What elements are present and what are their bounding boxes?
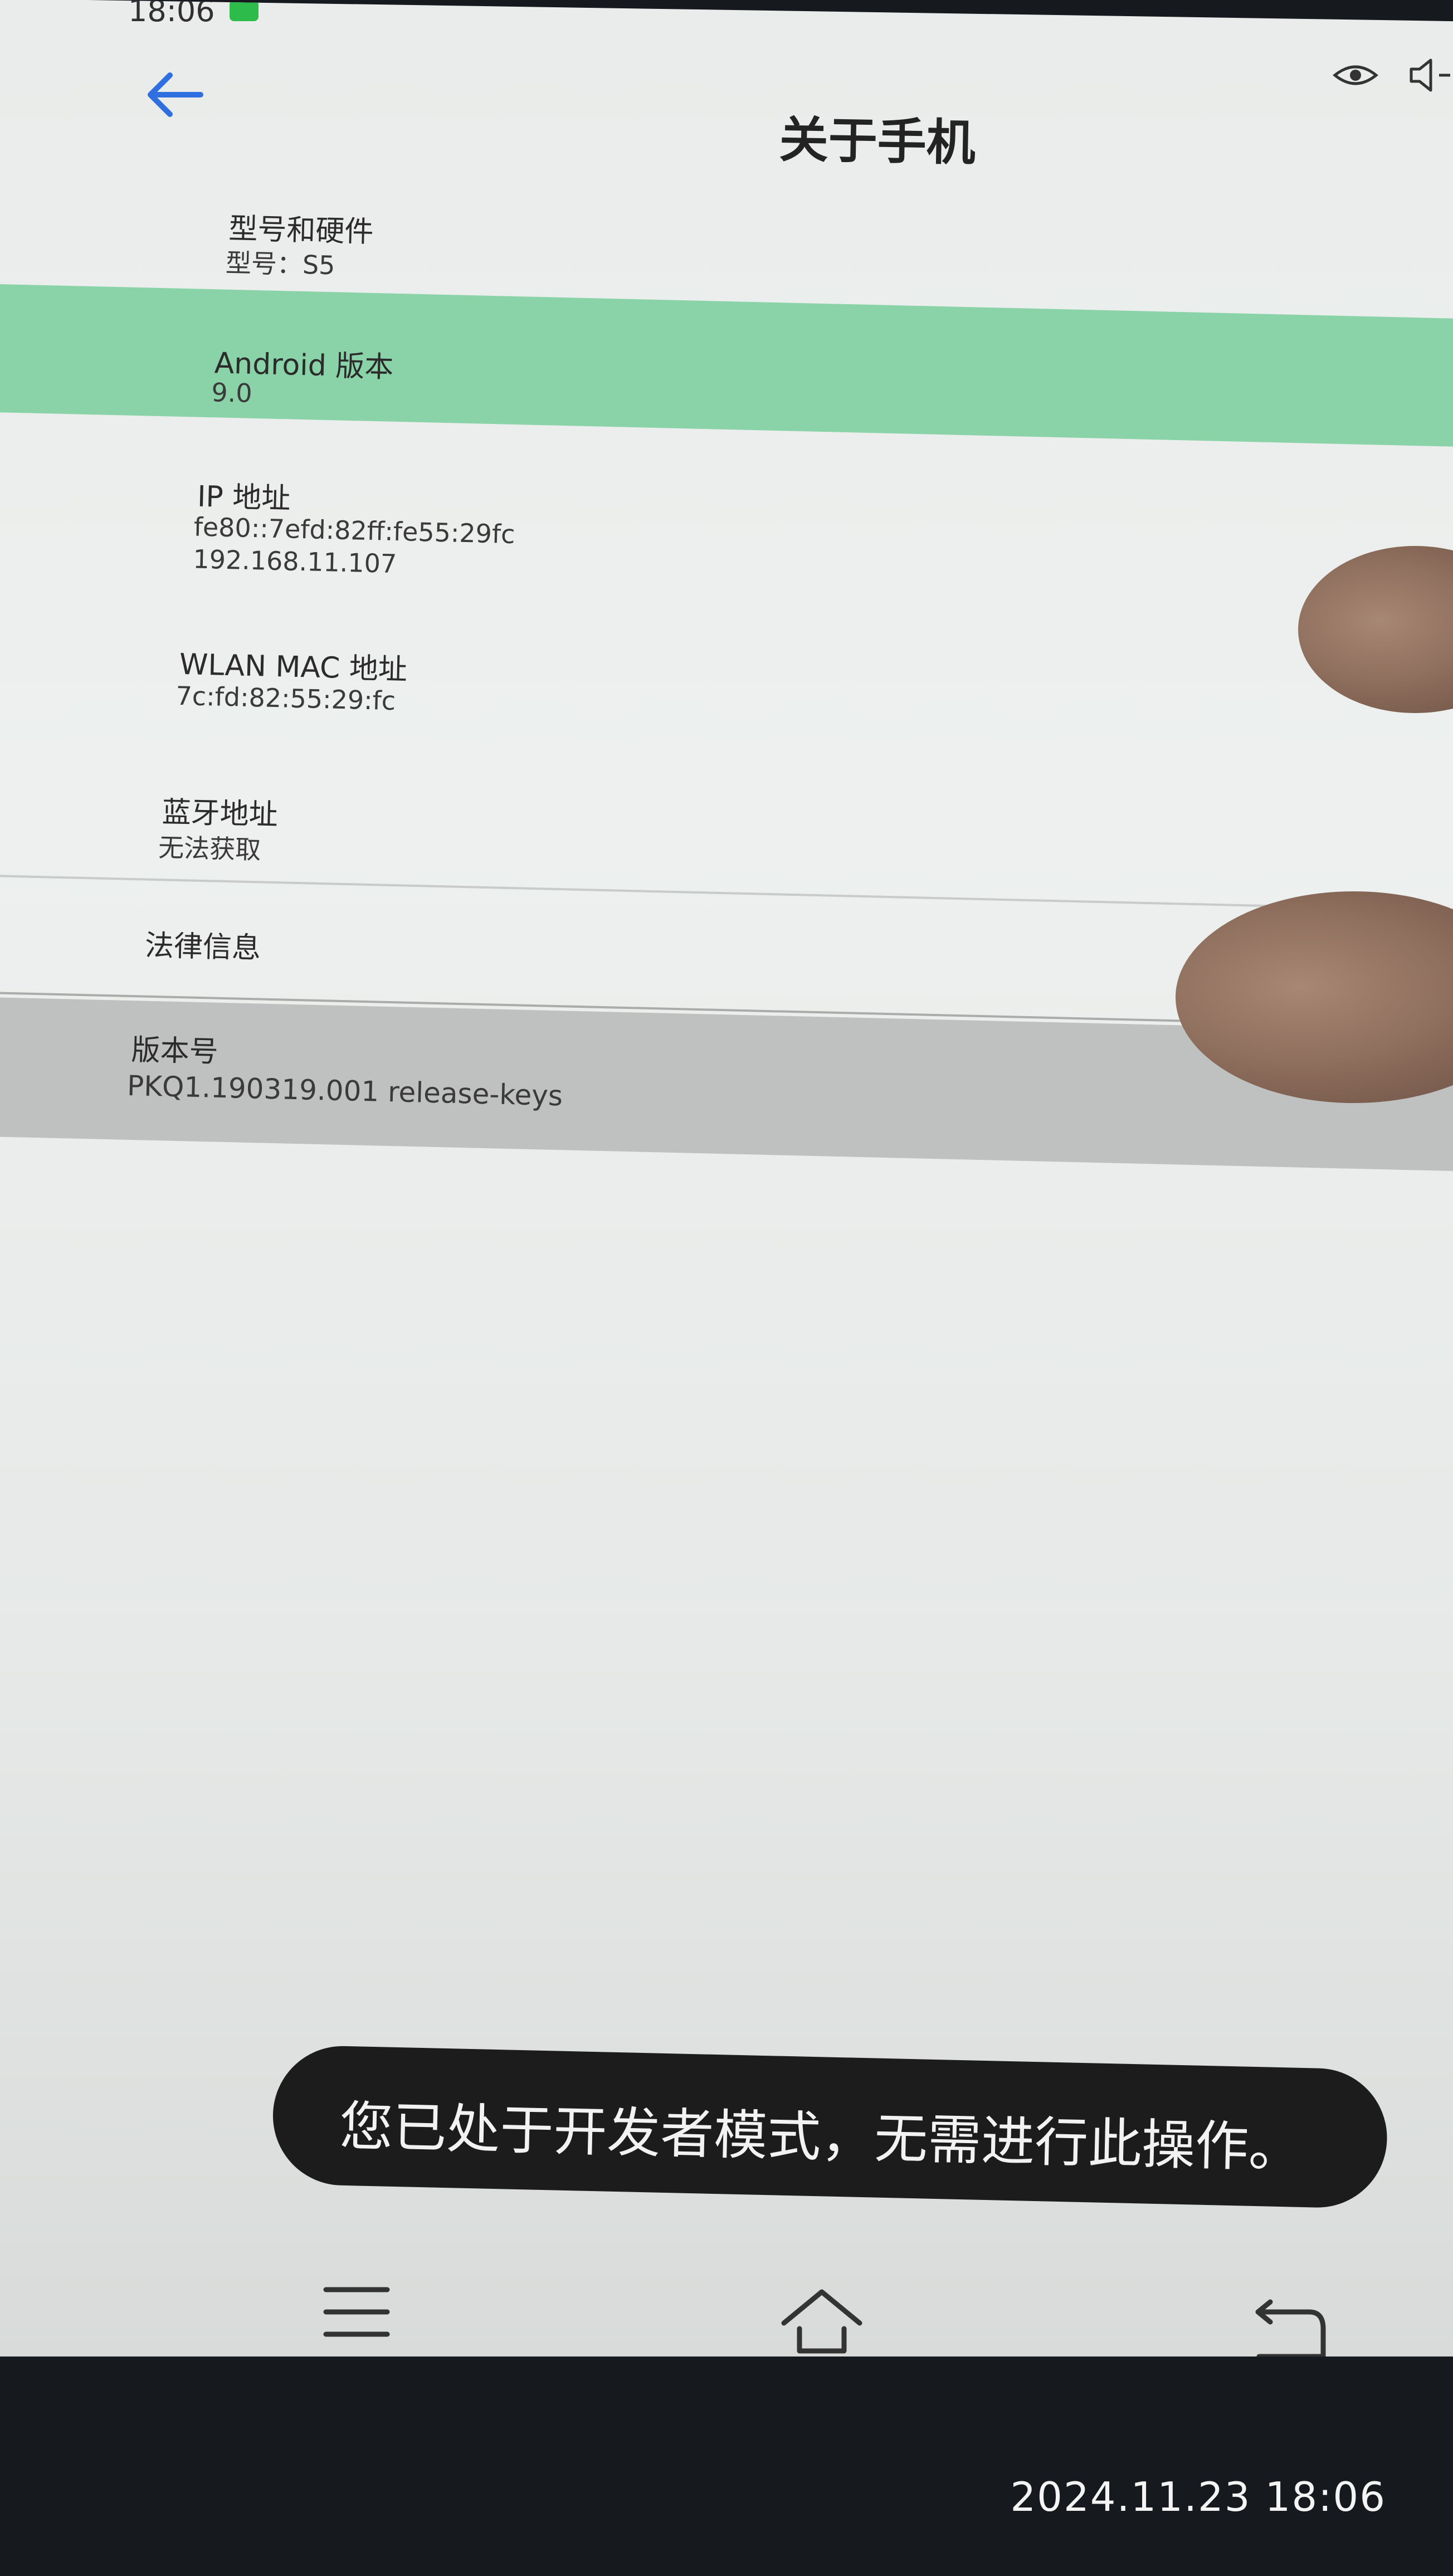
toast-message: 您已处于开发者模式，无需进行此操作。: [339, 2095, 1303, 2179]
menu-icon[interactable]: [312, 2273, 401, 2351]
navigation-bar: [0, 2245, 1453, 2357]
item-value: 9.0: [211, 377, 253, 408]
item-value: PKQ1.190319.001 release-keys: [126, 1069, 563, 1113]
item-label: 蓝牙地址: [162, 796, 279, 832]
item-value: fe80::7efd:82ff:fe55:29fc: [193, 511, 516, 550]
developer-mode-toast: 您已处于开发者模式，无需进行此操作。: [271, 2045, 1389, 2209]
photo-timestamp: 2024.11.23 18:06: [1010, 2473, 1386, 2520]
item-value: 7c:fd:82:55:29:fc: [175, 680, 396, 716]
item-label: 法律信息: [144, 929, 261, 965]
item-label: 版本号: [130, 1033, 219, 1069]
item-value: 无法获取: [158, 832, 261, 865]
list-item-wlan-mac[interactable]: WLAN MAC 地址 7c:fd:82:55:29:fc: [0, 613, 1453, 771]
photo-frame: 18:06 关于手机 型号和硬件 型号：S5 Android 版本 9.0 IP…: [0, 0, 1453, 2576]
return-icon[interactable]: [1242, 2295, 1332, 2357]
about-phone-list: 型号和硬件 型号：S5 Android 版本 9.0 IP 地址 fe80::7…: [0, 0, 1453, 1315]
item-label: IP 地址: [197, 480, 291, 516]
item-value: 192.168.11.107: [192, 544, 397, 579]
home-icon[interactable]: [777, 2284, 866, 2357]
item-label: WLAN MAC 地址: [179, 647, 408, 687]
list-item-ip-address[interactable]: IP 地址 fe80::7efd:82ff:fe55:29fc 192.168.…: [0, 423, 1453, 621]
device-screen: 18:06 关于手机 型号和硬件 型号：S5 Android 版本 9.0 IP…: [0, 0, 1453, 2357]
item-value: 型号：S5: [225, 247, 336, 281]
